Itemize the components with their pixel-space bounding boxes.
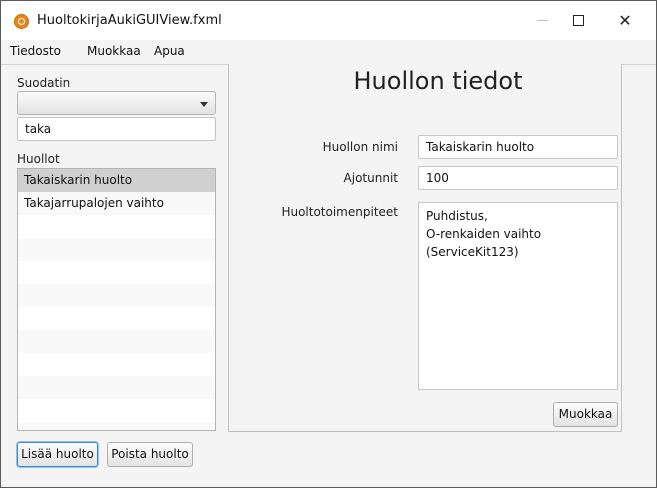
list-item-label: Takaiskarin huolto [24,173,133,187]
remove-service-button[interactable]: Poista huolto [107,442,193,467]
minimize-icon [536,20,548,21]
empty-row [18,307,215,330]
filter-label: Suodatin [17,76,71,90]
name-label: Huollon nimi [322,140,398,154]
empty-row [18,215,215,238]
app-icon [14,14,29,29]
filter-search-input[interactable]: taka [17,117,216,141]
empty-row [18,330,215,353]
window-title: HuoltokirjaAukiGUIView.fxml [37,13,222,28]
app-window: HuoltokirjaAukiGUIView.fxml ✕ Tiedosto M… [1,1,656,487]
empty-row [18,238,215,261]
title-bar: HuoltokirjaAukiGUIView.fxml ✕ [1,1,656,40]
filter-combo[interactable] [17,91,216,115]
chevron-down-icon [200,102,208,107]
hours-field[interactable]: 100 [418,166,618,190]
service-list[interactable]: Takaiskarin huolto Takajarrupalojen vaih… [17,168,216,431]
details-heading: Huollon tiedot [353,67,523,95]
menu-bar: Tiedosto Muokkaa Apua [1,40,656,65]
service-name-field[interactable]: Takaiskarin huolto [418,135,618,159]
maximize-icon [572,15,584,26]
hours-label: Ajotunnit [343,171,398,185]
empty-row [18,261,215,284]
empty-row [18,399,215,422]
operations-line: Puhdistus, [426,209,488,223]
list-item[interactable]: Takaiskarin huolto [18,169,215,192]
empty-row [18,422,215,430]
empty-row [18,284,215,307]
close-button[interactable]: ✕ [602,1,648,40]
operations-label: Huoltotoimenpiteet [281,205,398,219]
empty-row [18,376,215,399]
menu-apua[interactable]: Apua [154,44,185,58]
edit-button[interactable]: Muokkaa [553,402,618,427]
operations-textarea[interactable]: Puhdistus, O-renkaiden vaihto (ServiceKi… [418,202,618,390]
list-item-label: Takajarrupalojen vaihto [24,196,164,210]
maximize-button[interactable] [555,1,601,40]
add-service-button[interactable]: Lisää huolto [17,442,98,467]
close-icon: ✕ [618,10,632,30]
menu-muokkaa[interactable]: Muokkaa [87,44,141,58]
list-label: Huollot [17,152,60,166]
menu-tiedosto[interactable]: Tiedosto [10,44,61,58]
operations-line: O-renkaiden vaihto (ServiceKit123) [426,227,542,259]
list-item[interactable]: Takajarrupalojen vaihto [18,192,215,215]
empty-row [18,353,215,376]
